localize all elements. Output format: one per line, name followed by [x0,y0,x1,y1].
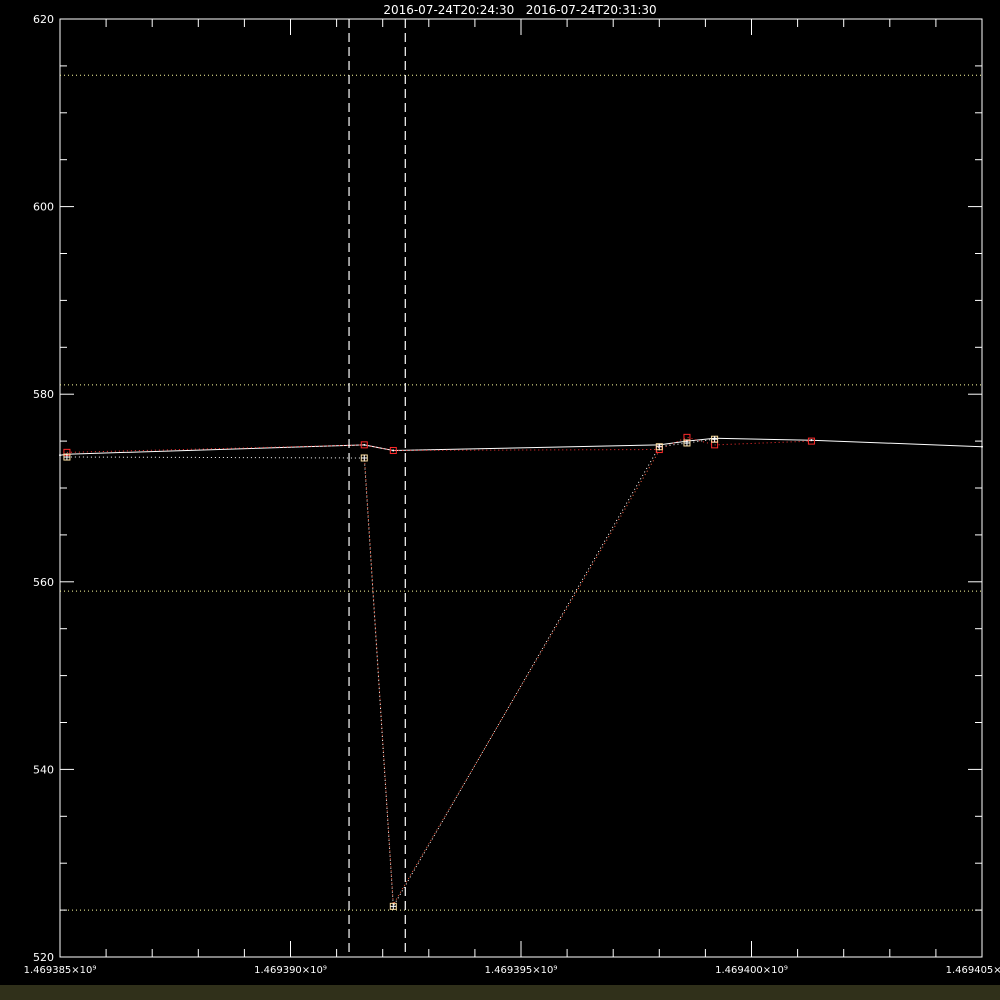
chart: 2016-07-24T20:24:30 2016-07-24T20:31:30 … [0,0,1000,1000]
data-point [363,443,366,446]
x-tick-label: 1.469390×10⁹ [254,965,327,976]
data-point [59,454,61,457]
x-tick-label: 1.469385×10⁹ [24,965,97,976]
x-tick-label: 1.469395×10⁹ [485,965,558,976]
x-tick-label: 1.469405×10⁹ [946,965,1000,976]
chart-title: 2016-07-24T20:24:30 2016-07-24T20:31:30 [383,3,656,17]
y-tick-label: 580 [33,388,54,401]
y-tick-label: 540 [33,763,54,776]
data-point [981,445,983,448]
y-tick-label: 520 [33,951,54,964]
x-tick-label: 1.469400×10⁹ [715,965,788,976]
bottom-noise-strip [0,985,1000,1000]
data-point [810,439,813,442]
y-tick-label: 600 [33,201,54,214]
y-tick-label: 620 [33,13,54,26]
y-tick-label: 560 [33,576,54,589]
data-point [392,449,395,452]
